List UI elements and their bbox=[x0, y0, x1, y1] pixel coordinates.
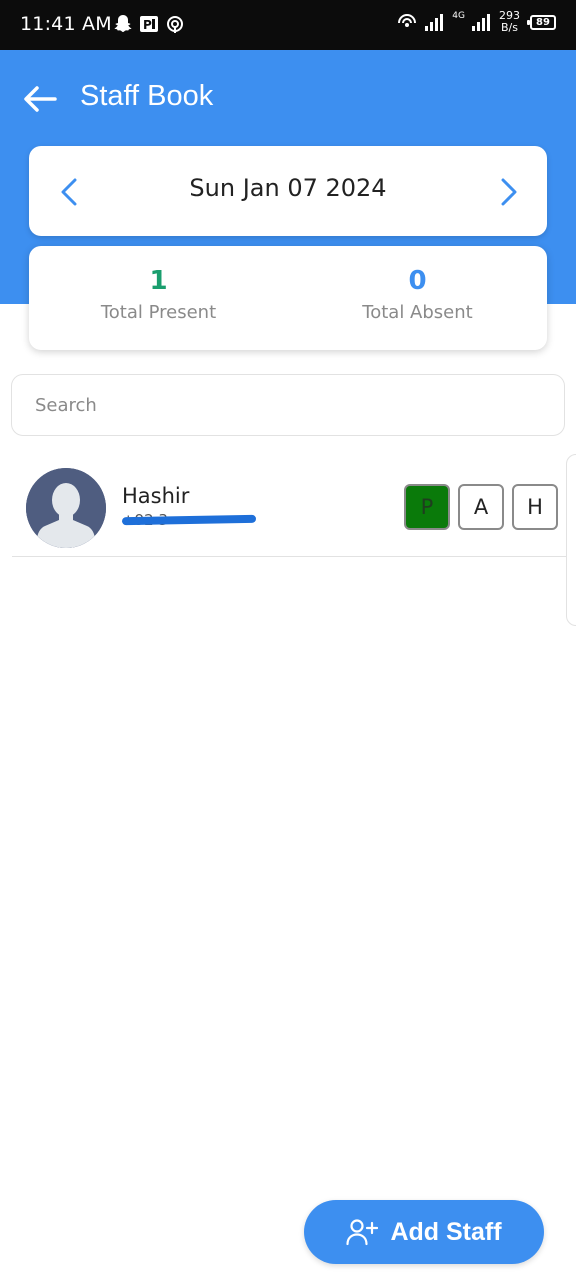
battery-level: 89 bbox=[536, 16, 550, 28]
back-button[interactable] bbox=[22, 82, 58, 116]
parking-app-icon: P bbox=[140, 16, 158, 32]
search-input[interactable] bbox=[12, 375, 564, 435]
next-date-button[interactable] bbox=[489, 172, 529, 212]
status-bar: 11:41 AM P 4G 293 B/s 89 bbox=[0, 0, 576, 50]
present-label: Total Present bbox=[100, 302, 217, 323]
date-picker-card: Sun Jan 07 2024 bbox=[29, 146, 547, 236]
staff-name: Hashir bbox=[122, 484, 190, 508]
absent-label: Total Absent bbox=[362, 302, 473, 323]
side-panel-edge[interactable] bbox=[566, 454, 576, 626]
absent-button[interactable]: A bbox=[458, 484, 504, 530]
attendance-summary-card: 1 Total Present 0 Total Absent bbox=[29, 246, 547, 350]
arrow-left-icon bbox=[24, 86, 57, 112]
avatar bbox=[26, 468, 106, 548]
snapchat-icon bbox=[114, 15, 132, 32]
present-button[interactable]: P bbox=[404, 484, 450, 530]
network-type: 4G bbox=[452, 11, 465, 21]
battery-icon: 89 bbox=[527, 14, 556, 30]
selected-date[interactable]: Sun Jan 07 2024 bbox=[29, 174, 547, 202]
search-box bbox=[11, 374, 565, 436]
chevron-right-icon bbox=[501, 178, 517, 206]
absent-summary: 0 Total Absent bbox=[288, 266, 547, 323]
svg-text:P: P bbox=[143, 18, 152, 32]
signal-icon bbox=[425, 14, 444, 31]
network-speed: 293 B/s bbox=[499, 10, 520, 34]
present-summary: 1 Total Present bbox=[29, 266, 288, 323]
user-silhouette-icon bbox=[26, 468, 106, 548]
status-right: 4G 293 B/s 89 bbox=[396, 10, 556, 34]
hotspot-icon bbox=[167, 16, 183, 33]
present-count: 1 bbox=[149, 266, 168, 296]
status-time: 11:41 AM bbox=[20, 13, 112, 35]
network-speed-unit: B/s bbox=[501, 21, 518, 34]
absent-count: 0 bbox=[408, 266, 427, 296]
status-left-icons: P bbox=[113, 13, 185, 35]
staff-list-item[interactable]: Hashir +92 3 P A H bbox=[12, 458, 566, 557]
holiday-button[interactable]: H bbox=[512, 484, 558, 530]
signal-icon-2 bbox=[472, 14, 490, 31]
phone-redaction bbox=[121, 514, 257, 526]
add-staff-button[interactable]: Add Staff bbox=[304, 1200, 544, 1264]
add-staff-label: Add Staff bbox=[390, 1217, 502, 1246]
wifi-hotspot-icon bbox=[398, 14, 417, 27]
add-user-icon bbox=[346, 1219, 379, 1246]
page-title: Staff Book bbox=[80, 80, 214, 112]
